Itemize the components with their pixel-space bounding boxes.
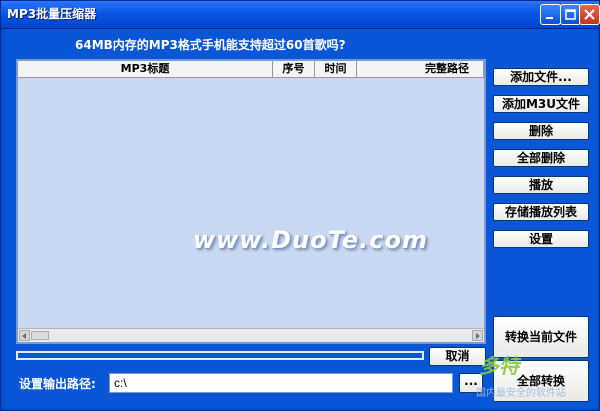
add-m3u-button[interactable]: 添加M3U文件 [493, 95, 589, 113]
add-file-button[interactable]: 添加文件... [493, 68, 589, 86]
client-area: 64MB内存的MP3格式手机能支持超过60首歌吗? MP3标题 序号 时间 完整… [5, 29, 597, 408]
convert-current-button[interactable]: 转换当前文件 [493, 316, 589, 358]
question-banner: 64MB内存的MP3格式手机能支持超过60首歌吗? [75, 38, 346, 52]
scroll-left-icon[interactable] [19, 330, 30, 341]
settings-button[interactable]: 设置 [493, 230, 589, 248]
maximize-button[interactable] [560, 4, 581, 25]
list-header: MP3标题 序号 时间 完整路径 [18, 61, 484, 78]
minimize-icon [546, 17, 553, 19]
progress-bar [16, 351, 424, 360]
scroll-right-icon[interactable] [472, 330, 483, 341]
convert-all-button[interactable]: 全部转换 [493, 360, 589, 402]
save-playlist-button[interactable]: 存储播放列表 [493, 203, 589, 221]
cancel-button[interactable]: 取消 [429, 347, 486, 366]
delete-button[interactable]: 删除 [493, 122, 589, 140]
column-header-title[interactable]: MP3标题 [18, 61, 273, 77]
column-header-index[interactable]: 序号 [273, 61, 315, 77]
delete-all-button[interactable]: 全部删除 [493, 149, 589, 167]
title-bar[interactable]: MP3批量压缩器 [1, 1, 600, 29]
minimize-button[interactable] [540, 4, 561, 25]
output-path-input[interactable] [109, 373, 453, 393]
close-icon [584, 9, 595, 20]
column-header-time[interactable]: 时间 [315, 61, 357, 77]
mp3-list[interactable]: MP3标题 序号 时间 完整路径 www.DuoTe.com [16, 59, 486, 344]
play-button[interactable]: 播放 [493, 176, 589, 194]
watermark-text: www.DuoTe.com [193, 226, 428, 254]
browse-button[interactable]: ... [459, 373, 483, 393]
output-path-label: 设置输出路径: [19, 377, 96, 391]
maximize-icon [565, 9, 576, 20]
horizontal-scrollbar[interactable] [18, 328, 484, 342]
scroll-thumb[interactable] [31, 331, 49, 340]
close-button[interactable] [579, 4, 600, 25]
window-title: MP3批量压缩器 [7, 7, 97, 21]
app-window: MP3批量压缩器 64MB内存的MP3格式手机能支持超过60首歌吗? MP3标题… [0, 0, 600, 411]
column-header-path[interactable]: 完整路径 [357, 61, 484, 77]
